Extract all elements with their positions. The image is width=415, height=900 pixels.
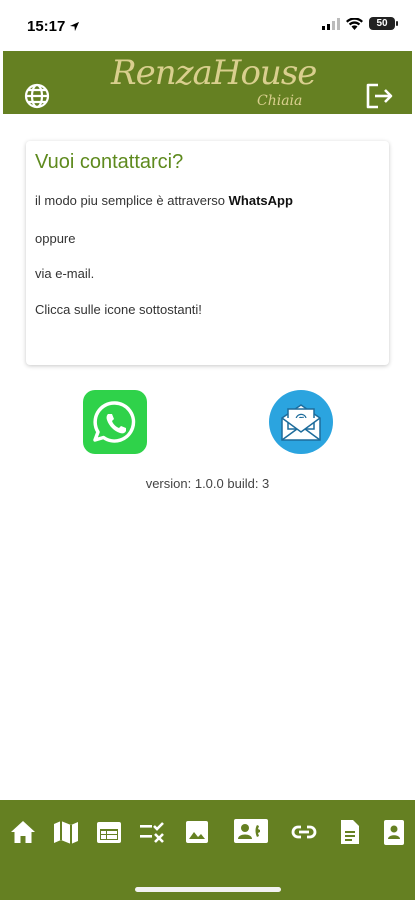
whatsapp-icon [93,401,136,443]
whatsapp-bold-text: WhatsApp [228,193,293,208]
logo-main-text: RenzaHouse [111,53,317,93]
nav-contacts[interactable] [233,816,269,846]
nav-badge[interactable] [380,818,408,846]
whatsapp-button[interactable] [83,390,147,454]
contact-info-card: Vuoi contattarci? il modo piu semplice è… [26,141,389,365]
nav-gallery[interactable] [183,818,211,846]
version-label: version: 1.0.0 build: 3 [145,476,270,491]
document-icon [341,820,359,844]
home-indicator [135,887,281,892]
card-line1-text: il modo piu semplice è attraverso [35,193,229,208]
battery-level: 50 [376,18,388,29]
status-icons: 50 [322,17,398,30]
calendar-icon [97,822,121,843]
status-time: 15:17 [27,18,80,35]
nav-home[interactable] [9,818,37,846]
app-header: RenzaHouse Chiaia [3,51,412,114]
card-title: Vuoi contattarci? [35,151,184,173]
checklist-icon [140,822,164,843]
home-icon [11,821,35,843]
wifi-icon [346,17,363,30]
nav-links[interactable] [290,818,318,846]
email-button[interactable]: @ [269,390,333,454]
image-icon [186,821,208,843]
card-line-instructions: Clicca sulle icone sottostanti! [35,302,202,317]
nav-map[interactable] [52,818,80,846]
nav-documents[interactable] [336,818,364,846]
bottom-nav [0,800,415,900]
signal-icon [322,17,340,30]
nav-calendar[interactable] [95,818,123,846]
logo-sub-text: Chiaia [257,93,303,109]
card-line-oppure: oppure [35,231,76,246]
globe-icon[interactable] [23,82,51,110]
location-arrow-icon [70,21,80,32]
contact-icon [234,819,268,843]
card-line-whatsapp: il modo piu semplice è attraverso WhatsA… [35,193,293,208]
battery-icon: 50 [369,17,398,30]
app-logo: RenzaHouse Chiaia [111,53,317,111]
logout-icon[interactable] [365,82,395,110]
email-icon: @ [281,404,321,441]
map-icon [54,821,78,844]
link-icon [291,825,317,839]
status-bar: 15:17 50 [0,0,415,50]
card-line-email: via e-mail. [35,266,95,281]
badge-icon [384,820,404,845]
status-time-text: 15:17 [27,18,66,35]
nav-checklist[interactable] [138,818,166,846]
